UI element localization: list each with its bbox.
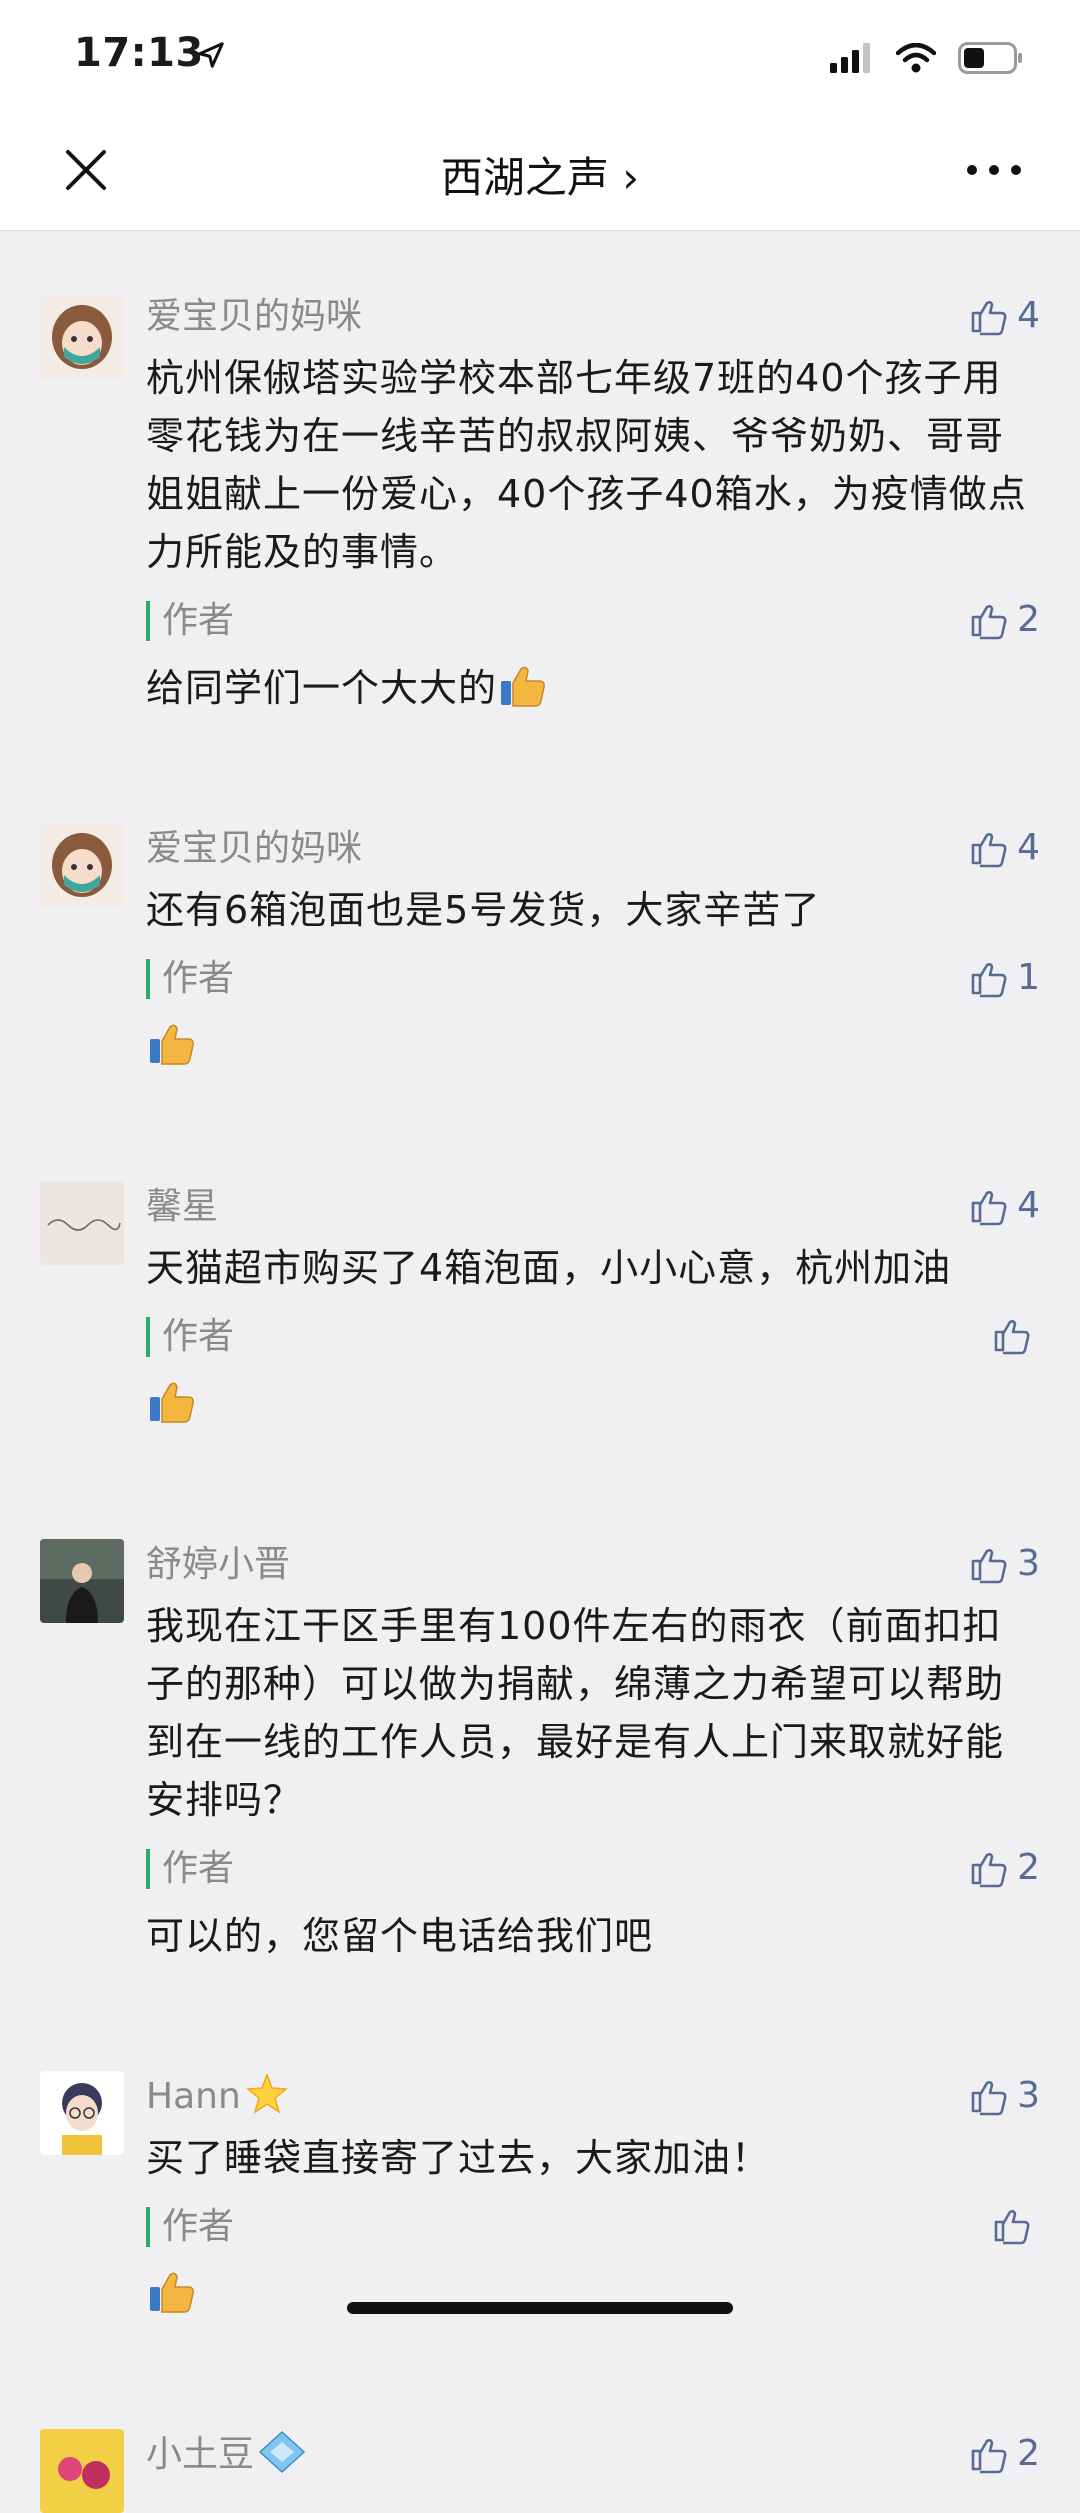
like-count: 2 bbox=[1017, 2433, 1040, 2474]
reply-text-content: 可以的，您留个电话给我们吧 bbox=[146, 1914, 654, 1958]
thumbs-up-icon bbox=[994, 1320, 1030, 1355]
author-reply: 作者 2 可以的，您留个电话给我们吧 bbox=[146, 1841, 1040, 1965]
author-tag: 作者 bbox=[146, 1317, 234, 1357]
thumbs-up-emoji-icon bbox=[150, 1382, 194, 1423]
like-count: 4 bbox=[1017, 1185, 1040, 1226]
commenter-name[interactable]: 舒婷小晋 bbox=[146, 1544, 290, 1585]
reply-text bbox=[146, 1017, 1040, 1075]
author-tag: 作者 bbox=[146, 959, 234, 999]
like-count: 2 bbox=[1017, 599, 1040, 640]
comment-text: 天猫超市购买了4箱泡面，小小心意，杭州加油 bbox=[146, 1246, 952, 1290]
author-tag: 作者 bbox=[146, 1849, 234, 1889]
comment-item: Hann 3 买了睡袋直接寄了过去，大家加油！ 作者 bbox=[0, 2007, 1080, 2323]
like-button[interactable]: 4 bbox=[969, 295, 1040, 336]
diamond-icon bbox=[258, 2430, 306, 2474]
comment-text: 买了睡袋直接寄了过去，大家加油！ bbox=[146, 2136, 771, 2180]
star-icon bbox=[245, 2072, 288, 2114]
author-reply: 作者 1 bbox=[146, 951, 1040, 1075]
commenter-name[interactable]: 小土豆 bbox=[146, 2434, 254, 2475]
thumbs-up-icon bbox=[971, 1190, 1007, 1225]
nav-bar: 西湖之声 › bbox=[0, 120, 1080, 231]
location-arrow-icon bbox=[198, 42, 224, 68]
reply-like-button[interactable]: 2 bbox=[969, 1847, 1040, 1888]
like-button[interactable]: 3 bbox=[969, 2075, 1040, 2116]
like-count: 2 bbox=[1017, 1847, 1040, 1888]
commenter-name[interactable]: 爱宝贝的妈咪 bbox=[146, 828, 362, 869]
reply-text-content: 给同学们一个大大的 bbox=[146, 666, 498, 710]
commenter-name[interactable]: Hann bbox=[146, 2076, 241, 2117]
like-button[interactable]: 2 bbox=[969, 2433, 1040, 2474]
like-count: 3 bbox=[1017, 1543, 1040, 1584]
commenter-name[interactable]: 爱宝贝的妈咪 bbox=[146, 296, 362, 337]
comment-list: 爱宝贝的妈咪 4 杭州保俶塔实验学校本部七年级7班的40个孩子用零花钱为在一线辛… bbox=[0, 231, 1080, 2513]
status-bar: 17:13 bbox=[0, 0, 1080, 120]
comment-text: 我现在江干区手里有100件左右的雨衣（前面扣扣子的那种）可以做为捐献，绵薄之力希… bbox=[146, 1604, 1005, 1822]
avatar bbox=[40, 2071, 124, 2155]
comment-item: 爱宝贝的妈咪 4 杭州保俶塔实验学校本部七年级7班的40个孩子用零花钱为在一线辛… bbox=[0, 231, 1080, 717]
thumbs-up-emoji-icon bbox=[150, 1024, 194, 1065]
page-title[interactable]: 西湖之声 › bbox=[0, 144, 1080, 205]
author-tag: 作者 bbox=[146, 601, 234, 641]
like-count: 4 bbox=[1017, 827, 1040, 868]
battery-icon bbox=[958, 42, 1022, 74]
reply-text bbox=[146, 2265, 1040, 2323]
avatar bbox=[40, 823, 124, 907]
thumbs-up-icon bbox=[994, 2210, 1030, 2245]
thumbs-up-icon bbox=[971, 2438, 1007, 2473]
comment-text: 杭州保俶塔实验学校本部七年级7班的40个孩子用零花钱为在一线辛苦的叔叔阿姨、爷爷… bbox=[146, 356, 1027, 574]
avatar bbox=[40, 295, 124, 379]
comment-item: 小土豆 2 bbox=[0, 2365, 1080, 2513]
reply-like-button[interactable]: 1 bbox=[969, 957, 1040, 998]
thumbs-up-icon bbox=[971, 1852, 1007, 1887]
comment-item: 舒婷小晋 3 我现在江干区手里有100件左右的雨衣（前面扣扣子的那种）可以做为捐… bbox=[0, 1475, 1080, 1965]
thumbs-up-icon bbox=[971, 962, 1007, 997]
like-button[interactable]: 4 bbox=[969, 1185, 1040, 1226]
like-count: 3 bbox=[1017, 2075, 1040, 2116]
like-button[interactable]: 3 bbox=[969, 1543, 1040, 1584]
comment-text: 还有6箱泡面也是5号发货，大家辛苦了 bbox=[146, 888, 821, 932]
reply-text: 给同学们一个大大的 bbox=[146, 659, 1040, 717]
home-indicator[interactable] bbox=[347, 2302, 733, 2314]
reply-like-button[interactable]: 2 bbox=[969, 599, 1040, 640]
thumbs-up-emoji-icon bbox=[150, 2272, 194, 2313]
like-count: 4 bbox=[1017, 295, 1040, 336]
reply-like-button[interactable] bbox=[992, 2205, 1040, 2245]
avatar bbox=[40, 1539, 124, 1623]
thumbs-up-icon bbox=[971, 1548, 1007, 1583]
thumbs-up-icon bbox=[971, 832, 1007, 867]
author-tag: 作者 bbox=[146, 2207, 234, 2247]
avatar bbox=[40, 2429, 124, 2513]
wifi-icon bbox=[896, 43, 936, 73]
thumbs-up-emoji-icon bbox=[501, 666, 545, 707]
thumbs-up-icon bbox=[971, 604, 1007, 639]
author-reply: 作者 bbox=[146, 1309, 1040, 1433]
reply-like-button[interactable] bbox=[992, 1315, 1040, 1355]
thumbs-up-icon bbox=[971, 2080, 1007, 2115]
thumbs-up-icon bbox=[971, 300, 1007, 335]
comment-item: 爱宝贝的妈咪 4 还有6箱泡面也是5号发货，大家辛苦了 作者 1 bbox=[0, 759, 1080, 1075]
comment-item: 馨星 4 天猫超市购买了4箱泡面，小小心意，杭州加油 作者 bbox=[0, 1117, 1080, 1433]
signal-icon bbox=[830, 43, 870, 73]
more-icon[interactable] bbox=[964, 156, 1024, 184]
status-time: 17:13 bbox=[74, 30, 204, 76]
reply-text bbox=[146, 1375, 1040, 1433]
commenter-name[interactable]: 馨星 bbox=[146, 1186, 218, 1227]
like-button[interactable]: 4 bbox=[969, 827, 1040, 868]
author-reply: 作者 2 给同学们一个大大的 bbox=[146, 593, 1040, 717]
avatar bbox=[40, 1181, 124, 1265]
like-count: 1 bbox=[1017, 957, 1040, 998]
